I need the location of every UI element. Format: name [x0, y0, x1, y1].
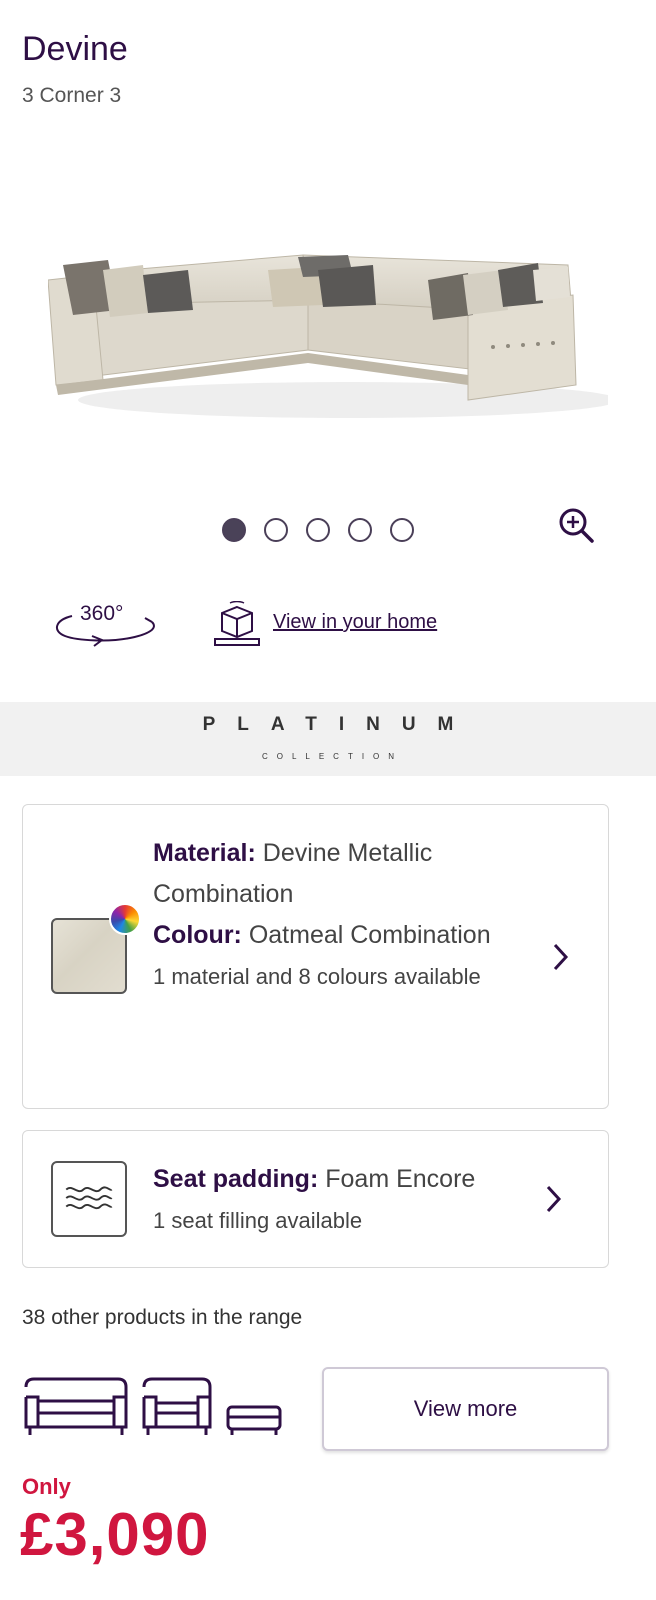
colour-label: Colour:: [153, 921, 242, 949]
gallery-dot-4[interactable]: [348, 518, 372, 542]
padding-availability: 1 seat filling available: [153, 1208, 363, 1233]
zoom-button[interactable]: [556, 505, 596, 545]
ar-cube-icon: [212, 600, 262, 649]
padding-icon-box: [51, 1161, 127, 1237]
material-availability: 1 material and 8 colours available: [153, 964, 481, 989]
colour-wheel-icon: [109, 903, 141, 935]
colour-value: Oatmeal Combination: [248, 921, 491, 949]
gallery-dot-3[interactable]: [306, 518, 330, 542]
material-colour-selector[interactable]: Material: Devine Metallic Combination Co…: [22, 804, 609, 1109]
price-value: £3,090: [20, 1501, 210, 1568]
wave-padding-icon: [65, 1186, 113, 1210]
armchair-icon: [142, 1377, 212, 1435]
product-title: Devine: [22, 30, 128, 68]
product-image[interactable]: [48, 235, 608, 490]
collection-subtitle: COLLECTION: [261, 752, 404, 761]
padding-details: Seat padding: Foam Encore 1 seat filling…: [153, 1159, 553, 1241]
price-prefix: Only: [22, 1474, 71, 1499]
sofa-icon: [24, 1377, 128, 1435]
padding-label: Seat padding:: [153, 1165, 319, 1193]
view-more-button[interactable]: View more: [322, 1367, 609, 1451]
range-furniture-icons: [22, 1375, 292, 1440]
corner-sofa-image: [48, 254, 608, 418]
footstool-icon: [226, 1405, 282, 1435]
material-label: Material:: [153, 839, 256, 867]
spin-360-button[interactable]: 360°: [50, 598, 160, 653]
seat-padding-selector[interactable]: Seat padding: Foam Encore 1 seat filling…: [22, 1130, 609, 1268]
padding-value: Foam Encore: [325, 1165, 476, 1193]
range-count: 38 other products in the range: [22, 1306, 303, 1329]
chevron-right-icon: [546, 1185, 562, 1213]
product-variant: 3 Corner 3: [22, 84, 122, 107]
gallery-dot-5[interactable]: [390, 518, 414, 542]
collection-name: PLATINUM: [202, 714, 476, 735]
collection-banner: PLATINUM COLLECTION: [0, 702, 656, 776]
chevron-right-icon: [553, 943, 569, 971]
gallery-dot-2[interactable]: [264, 518, 288, 542]
gallery-dot-1[interactable]: [222, 518, 246, 542]
view-in-your-home-link[interactable]: View in your home: [273, 611, 437, 634]
spin-360-label: 360°: [80, 602, 124, 625]
zoom-in-icon: [559, 508, 594, 543]
gallery-pagination: [222, 518, 414, 542]
material-details: Material: Devine Metallic Combination Co…: [153, 833, 553, 997]
